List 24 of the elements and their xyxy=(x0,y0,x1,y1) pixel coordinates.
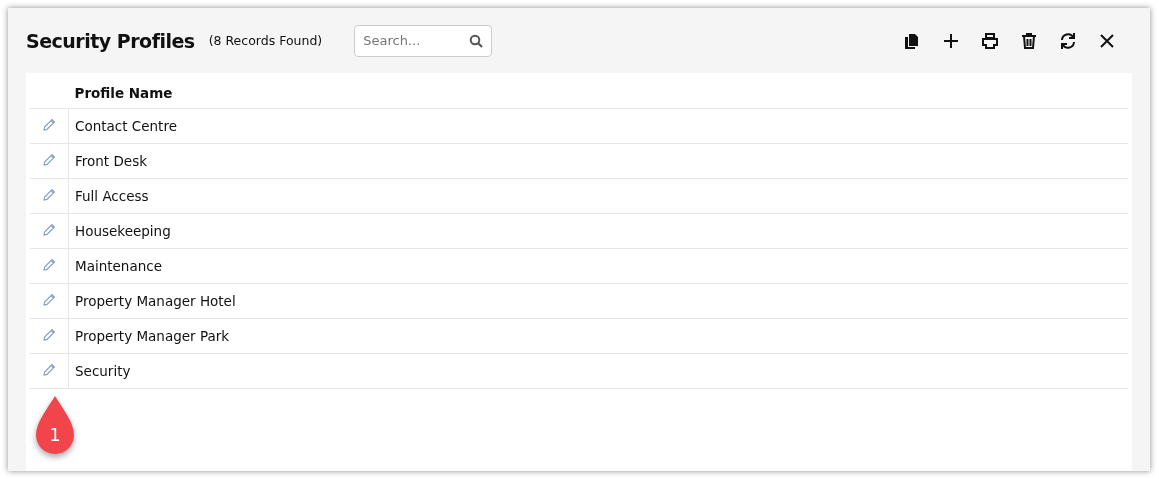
record-count: (8 Records Found) xyxy=(208,33,323,48)
table-cell: Property Manager Park xyxy=(68,318,1128,354)
column-header: Profile Name xyxy=(68,77,1128,109)
print-icon[interactable] xyxy=(980,30,1000,51)
pencil-icon[interactable] xyxy=(42,292,56,307)
search-field[interactable]: Search... xyxy=(354,24,493,57)
pencil-icon[interactable] xyxy=(42,117,56,132)
table-cell: Front Desk xyxy=(68,143,1128,179)
refresh-icon[interactable] xyxy=(1058,30,1078,51)
trash-icon[interactable] xyxy=(1019,30,1039,51)
pencil-icon[interactable] xyxy=(42,327,56,342)
window-title: Security Profiles xyxy=(26,29,195,52)
pencil-icon[interactable] xyxy=(42,152,56,167)
table-cell: Contact Centre xyxy=(68,108,1128,144)
pencil-icon[interactable] xyxy=(42,257,56,272)
table-cell: Housekeeping xyxy=(68,213,1128,249)
search-icon xyxy=(469,33,484,48)
table-cell: Maintenance xyxy=(68,248,1128,284)
pencil-icon[interactable] xyxy=(42,362,56,377)
table-cell: Property Manager Hotel xyxy=(68,283,1128,319)
pencil-icon[interactable] xyxy=(42,187,56,202)
table-cell: Security xyxy=(68,353,1128,389)
table-cell: Full Access xyxy=(68,178,1128,214)
pencil-icon[interactable] xyxy=(42,222,56,237)
